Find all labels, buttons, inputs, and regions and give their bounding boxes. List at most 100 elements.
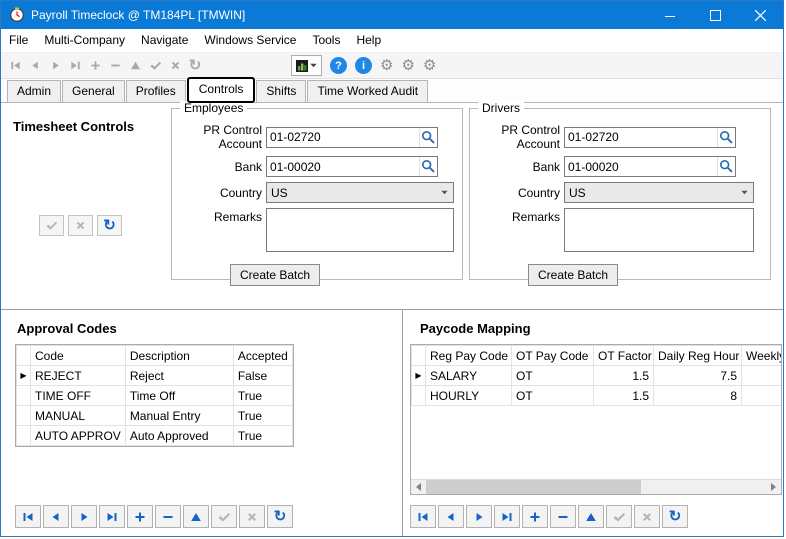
settings-gear-icon-2[interactable]: ⚙: [401, 58, 414, 73]
current-row-marker-icon: ▶: [412, 366, 426, 386]
title-bar: Payroll Timeclock @ TM184PL [TMWIN]: [1, 1, 783, 29]
col-daily-reg-hour: Daily Reg Hour: [654, 346, 742, 366]
lookup-icon[interactable]: [419, 157, 437, 176]
tab-admin[interactable]: Admin: [7, 80, 61, 102]
timesheet-controls-heading: Timesheet Controls: [13, 119, 134, 134]
menu-item-multi-company[interactable]: Multi-Company: [36, 29, 133, 52]
edit-record-icon[interactable]: [125, 56, 145, 76]
drivers-bank-input[interactable]: [565, 158, 717, 175]
drivers-create-batch-button[interactable]: Create Batch: [528, 264, 618, 286]
employees-remarks-textarea[interactable]: [266, 208, 454, 252]
close-button[interactable]: [738, 1, 783, 29]
settings-gear-icon-3[interactable]: ⚙: [423, 58, 436, 73]
menu-item-navigate[interactable]: Navigate: [133, 29, 196, 52]
table-row[interactable]: TIME OFF Time Off True: [17, 386, 293, 406]
refresh-button[interactable]: ↻: [267, 505, 293, 528]
tab-shifts[interactable]: Shifts: [256, 80, 306, 102]
post-edit-button[interactable]: [606, 505, 632, 528]
next-record-button[interactable]: [466, 505, 492, 528]
table-row[interactable]: MANUAL Manual Entry True: [17, 406, 293, 426]
last-record-button[interactable]: [494, 505, 520, 528]
employees-bank-input[interactable]: [267, 158, 419, 175]
menu-item-file[interactable]: File: [1, 29, 36, 52]
employees-country-select[interactable]: US: [266, 182, 454, 203]
tab-time-worked-audit[interactable]: Time Worked Audit: [307, 80, 428, 102]
scroll-left-button[interactable]: [411, 480, 426, 494]
cancel-edit-button[interactable]: [239, 505, 265, 528]
edit-record-button[interactable]: [183, 505, 209, 528]
table-row[interactable]: HOURLY OT 1.5 8: [412, 386, 783, 406]
insert-record-button[interactable]: [127, 505, 153, 528]
cancel-edit-icon[interactable]: [165, 56, 185, 76]
tab-controls[interactable]: Controls: [187, 77, 256, 103]
refresh-icon[interactable]: ↻: [185, 56, 205, 76]
paycode-navigator: ↻: [410, 505, 688, 528]
table-row[interactable]: AUTO APPROV Auto Approved True: [17, 426, 293, 446]
drivers-remarks-textarea[interactable]: [564, 208, 754, 252]
col-accepted: Accepted: [233, 346, 292, 366]
col-description: Description: [125, 346, 233, 366]
edit-record-button[interactable]: [578, 505, 604, 528]
cancel-button[interactable]: [68, 215, 93, 236]
app-window: Payroll Timeclock @ TM184PL [TMWIN] File…: [0, 0, 784, 537]
paycode-grid[interactable]: Reg Pay Code OT Pay Code OT Factor Daily…: [410, 344, 782, 495]
col-ot-pay-code: OT Pay Code: [512, 346, 594, 366]
first-record-button[interactable]: [15, 505, 41, 528]
post-edit-button[interactable]: [211, 505, 237, 528]
post-edit-icon[interactable]: [145, 56, 165, 76]
menu-item-tools[interactable]: Tools: [304, 29, 348, 52]
lookup-icon[interactable]: [419, 128, 437, 147]
delete-record-icon[interactable]: [105, 56, 125, 76]
help-icon[interactable]: ?: [330, 57, 347, 74]
info-icon[interactable]: i: [355, 57, 372, 74]
insert-record-icon[interactable]: [85, 56, 105, 76]
minimize-button[interactable]: [648, 1, 693, 29]
refresh-button[interactable]: ↻: [97, 215, 122, 236]
caret-down-icon: [309, 61, 318, 70]
employees-create-batch-button[interactable]: Create Batch: [230, 264, 320, 286]
settings-gear-icon-1[interactable]: ⚙: [380, 58, 393, 73]
tab-bar: Admin General Profiles Controls Shifts T…: [1, 79, 783, 103]
chart-icon: [295, 59, 309, 73]
approval-grid[interactable]: Code Description Accepted ▶ REJECT Rejec…: [15, 344, 294, 447]
delete-record-button[interactable]: [155, 505, 181, 528]
remarks-label: Remarks: [472, 210, 560, 224]
cancel-edit-button[interactable]: [634, 505, 660, 528]
maximize-button[interactable]: [693, 1, 738, 29]
next-record-button[interactable]: [71, 505, 97, 528]
employees-pr-control-account-input[interactable]: [267, 129, 419, 146]
prior-record-icon[interactable]: [25, 56, 45, 76]
drivers-country-select[interactable]: US: [564, 182, 754, 203]
scroll-right-button[interactable]: [766, 480, 781, 494]
table-row[interactable]: ▶ REJECT Reject False: [17, 366, 293, 386]
prior-record-button[interactable]: [438, 505, 464, 528]
last-record-icon[interactable]: [65, 56, 85, 76]
approval-codes-title: Approval Codes: [17, 321, 117, 336]
first-record-icon[interactable]: [5, 56, 25, 76]
next-record-icon[interactable]: [45, 56, 65, 76]
window-controls: [648, 1, 783, 29]
menu-item-windows-service[interactable]: Windows Service: [196, 29, 304, 52]
insert-record-button[interactable]: [522, 505, 548, 528]
bottom-section: Approval Codes Code Description Accepted…: [1, 309, 783, 536]
col-code: Code: [31, 346, 126, 366]
first-record-button[interactable]: [410, 505, 436, 528]
drivers-pr-control-account-input[interactable]: [565, 129, 717, 146]
last-record-button[interactable]: [99, 505, 125, 528]
menu-item-help[interactable]: Help: [348, 29, 389, 52]
horizontal-scrollbar[interactable]: [411, 479, 781, 494]
scrollbar-thumb[interactable]: [426, 480, 641, 494]
delete-record-button[interactable]: [550, 505, 576, 528]
prior-record-button[interactable]: [43, 505, 69, 528]
approval-navigator: ↻: [15, 505, 293, 528]
report-dropdown-button[interactable]: [291, 55, 322, 76]
country-label: Country: [472, 186, 560, 200]
refresh-button[interactable]: ↻: [662, 505, 688, 528]
table-row[interactable]: ▶ SALARY OT 1.5 7.5: [412, 366, 783, 386]
lookup-icon[interactable]: [717, 128, 735, 147]
employees-group: Employees PR Control Account Bank: [171, 108, 463, 280]
lookup-icon[interactable]: [717, 157, 735, 176]
tab-profiles[interactable]: Profiles: [126, 80, 186, 102]
post-button[interactable]: [39, 215, 64, 236]
tab-general[interactable]: General: [62, 80, 125, 102]
